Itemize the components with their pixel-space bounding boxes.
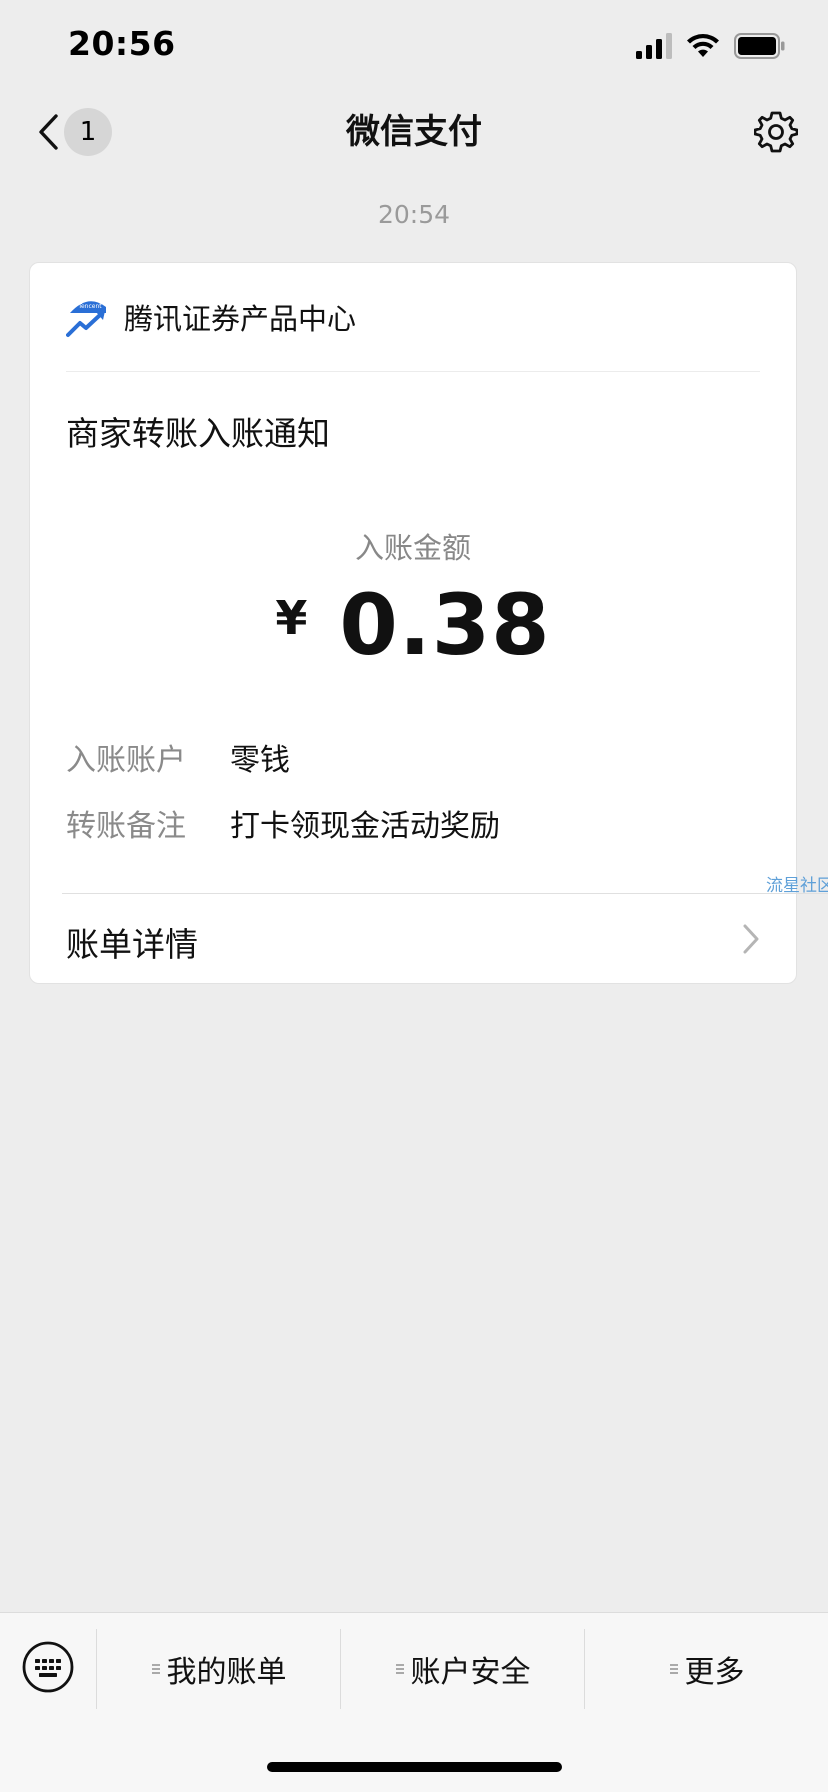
back-button[interactable] [28, 108, 68, 156]
chevron-left-icon [39, 114, 58, 150]
amount-value: 0.38 [339, 576, 551, 674]
menu-lines-icon [669, 1664, 678, 1674]
unread-count-badge[interactable]: 1 [64, 108, 112, 156]
menu-item-my-bills[interactable]: 我的账单 [97, 1629, 340, 1709]
gear-icon [753, 111, 799, 153]
status-time: 20:56 [68, 24, 176, 63]
merchant-name: 腾讯证券产品中心 [124, 302, 357, 336]
page-title: 微信支付 [346, 112, 482, 152]
menu-item-label: 我的账单 [166, 1655, 287, 1690]
settings-button[interactable] [753, 110, 799, 154]
keyboard-icon [22, 1641, 74, 1693]
amount-label: 入账金额 [354, 531, 471, 565]
menu-item-label: 更多 [684, 1655, 745, 1690]
bill-detail-label: 账单详情 [66, 925, 198, 964]
svg-text:Tencent: Tencent [77, 303, 102, 310]
tencent-securities-logo-icon: Tencent [66, 301, 106, 337]
notice-title: 商家转账入账通知 [66, 414, 330, 453]
menu-lines-icon [151, 1664, 160, 1674]
currency-symbol: ¥ [275, 591, 308, 645]
nav-bar: 1 微信支付 [0, 88, 828, 176]
detail-row-account: 入账账户 零钱 [66, 737, 290, 778]
home-indicator[interactable] [267, 1762, 562, 1772]
menu-item-more[interactable]: 更多 [585, 1629, 828, 1709]
wifi-icon [687, 34, 719, 57]
detail-label: 转账备注 [66, 809, 186, 844]
keyboard-toggle-button[interactable] [20, 1639, 76, 1695]
detail-row-remark: 转账备注 打卡领现金活动奖励 [66, 803, 500, 844]
amount-display: ¥ 0.38 [30, 583, 796, 673]
divider [66, 371, 760, 372]
transfer-notice-card: Tencent 腾讯证券产品中心 商家转账入账通知 入账金额 ¥ 0.38 入账… [29, 262, 828, 984]
menu-lines-icon [395, 1664, 404, 1674]
status-icons [636, 30, 786, 62]
detail-value: 零钱 [230, 743, 290, 778]
bill-detail-link[interactable]: 账单详情 [30, 894, 796, 984]
battery-icon [734, 33, 785, 59]
message-timestamp: 20:54 [377, 200, 451, 229]
detail-value: 打卡领现金活动奖励 [230, 809, 500, 844]
chevron-right-icon [743, 924, 759, 954]
menu-item-account-security[interactable]: 账户安全 [341, 1629, 584, 1709]
merchant-header[interactable]: Tencent 腾讯证券产品中心 [66, 289, 356, 345]
detail-label: 入账账户 [66, 743, 186, 778]
cellular-signal-icon [636, 33, 672, 59]
menu-item-label: 账户安全 [410, 1655, 531, 1690]
status-bar: 20:56 [0, 0, 828, 88]
